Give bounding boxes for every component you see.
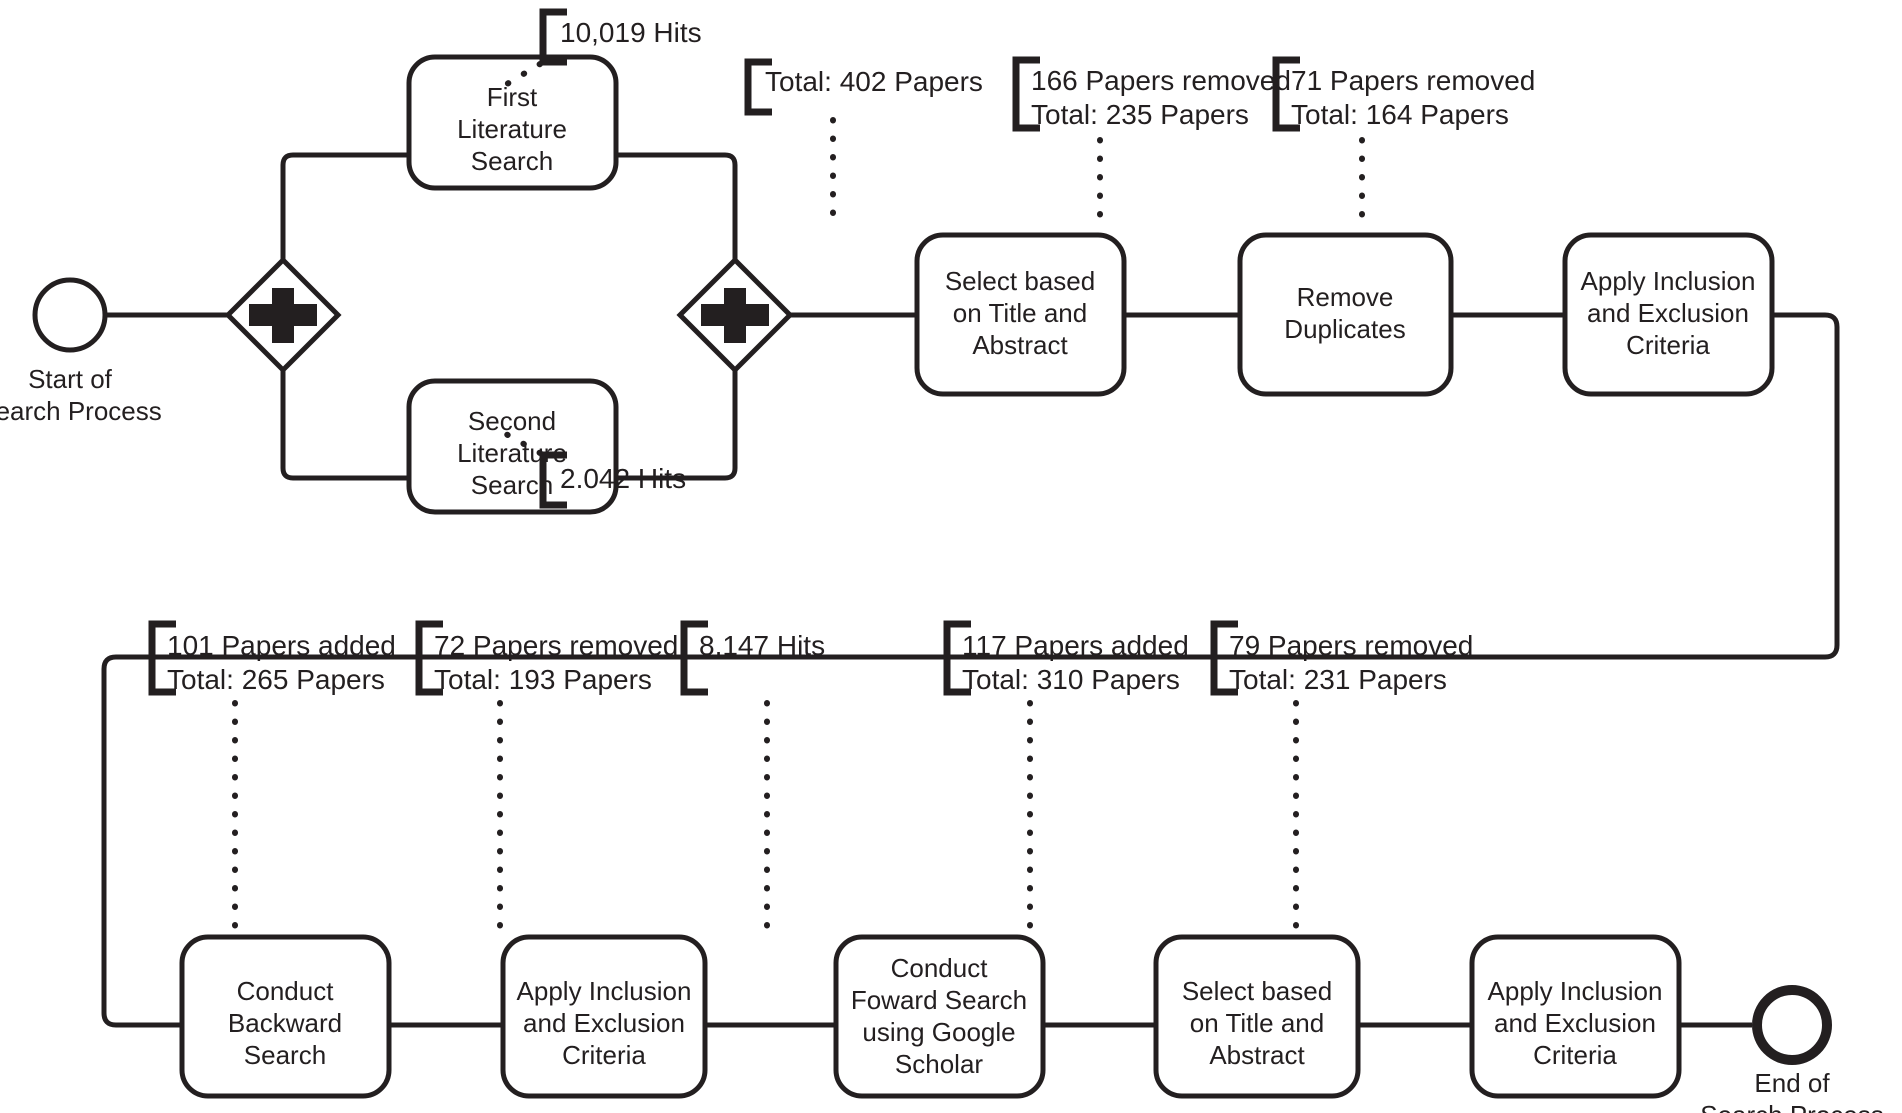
- task-apply-criteria-2[interactable]: Apply Inclusion and Exclusion Criteria: [500, 934, 708, 1099]
- bpmn-diagram-canvas: Start of Search Process First Literature…: [0, 0, 1902, 1113]
- ann-removed-166-text-2: Total: 235 Papers: [1031, 99, 1249, 130]
- task-remove-duplicates[interactable]: Remove Duplicates: [1237, 232, 1454, 397]
- task-select-title-abstract-1-label-3: Abstract: [972, 330, 1068, 360]
- task-second-literature-search-label-1: Second: [468, 406, 556, 436]
- task-remove-duplicates-label-2: Duplicates: [1284, 314, 1405, 344]
- task-select-title-abstract-1-label-2: on Title and: [953, 298, 1087, 328]
- end-event-label-line1: End of: [1754, 1068, 1830, 1098]
- parallel-gateway-split[interactable]: [224, 256, 342, 374]
- task-conduct-backward-search-label-1: Conduct: [237, 976, 335, 1006]
- ann-removed-71: 71 Papers removed Total: 164 Papers: [1272, 56, 1535, 231]
- task-first-literature-search[interactable]: First Literature Search: [406, 54, 619, 191]
- task-apply-criteria-3-label-2: and Exclusion: [1494, 1008, 1656, 1038]
- ann-added-101-text-2: Total: 265 Papers: [167, 664, 385, 695]
- task-apply-criteria-3[interactable]: Apply Inclusion and Exclusion Criteria: [1469, 934, 1682, 1099]
- task-apply-criteria-1-label-2: and Exclusion: [1587, 298, 1749, 328]
- task-conduct-forward-search[interactable]: Conduct Foward Search using Google Schol…: [833, 934, 1046, 1099]
- ann-added-117: 117 Papers added Total: 310 Papers: [943, 620, 1189, 933]
- task-conduct-backward-search-label-3: Search: [244, 1040, 326, 1070]
- start-event-label-line1: Start of: [28, 364, 113, 394]
- task-conduct-forward-search-label-4: Scholar: [895, 1049, 983, 1079]
- ann-total-402: Total: 402 Papers: [744, 58, 983, 231]
- ann-first-search-hits-text-1: 10,019 Hits: [560, 17, 702, 48]
- ann-added-117-text-1: 117 Papers added: [962, 630, 1189, 661]
- task-apply-criteria-1[interactable]: Apply Inclusion and Exclusion Criteria: [1562, 232, 1775, 397]
- task-apply-criteria-1-label-1: Apply Inclusion: [1581, 266, 1756, 296]
- ann-removed-166: 166 Papers removed Total: 235 Papers: [1012, 56, 1291, 231]
- ann-removed-71-text-1: 71 Papers removed: [1291, 65, 1535, 96]
- task-first-literature-search-label-2: Literature: [457, 114, 567, 144]
- task-apply-criteria-3-label-3: Criteria: [1533, 1040, 1617, 1070]
- task-conduct-forward-search-label-2: Foward Search: [851, 985, 1027, 1015]
- end-event-label-line2: Search Process: [1700, 1100, 1884, 1113]
- ann-removed-166-text-1: 166 Papers removed: [1031, 65, 1291, 96]
- ann-added-117-text-2: Total: 310 Papers: [962, 664, 1180, 695]
- task-select-title-abstract-2-label-1: Select based: [1182, 976, 1332, 1006]
- ann-removed-71-text-2: Total: 164 Papers: [1291, 99, 1509, 130]
- task-apply-criteria-3-label-1: Apply Inclusion: [1488, 976, 1663, 1006]
- ann-second-search-hits-text-1: 2.042 Hits: [560, 463, 686, 494]
- task-remove-duplicates-label-1: Remove: [1297, 282, 1394, 312]
- ann-removed-72-text-2: Total: 193 Papers: [434, 664, 652, 695]
- ann-total-402-text-1: Total: 402 Papers: [765, 66, 983, 97]
- start-event-circle[interactable]: [32, 277, 108, 353]
- process-flow-svg: Start of Search Process First Literature…: [0, 0, 1902, 1113]
- task-first-literature-search-label-1: First: [487, 82, 538, 112]
- task-conduct-backward-search[interactable]: Conduct Backward Search: [179, 934, 392, 1099]
- ann-removed-79: 79 Papers removed Total: 231 Papers: [1210, 620, 1473, 933]
- task-select-title-abstract-2-label-2: on Title and: [1190, 1008, 1324, 1038]
- start-event[interactable]: Start of Search Process: [0, 277, 162, 426]
- ann-removed-79-text-1: 79 Papers removed: [1229, 630, 1473, 661]
- parallel-gateway-join[interactable]: [676, 256, 794, 374]
- ann-forward-hits-text-1: 8,147 Hits: [699, 630, 825, 661]
- ann-removed-79-text-2: Total: 231 Papers: [1229, 664, 1447, 695]
- ann-added-101: 101 Papers added Total: 265 Papers: [148, 620, 396, 933]
- task-apply-criteria-2-label-3: Criteria: [562, 1040, 646, 1070]
- start-event-label-line2: Search Process: [0, 396, 162, 426]
- task-select-title-abstract-1[interactable]: Select based on Title and Abstract: [914, 232, 1127, 397]
- task-select-title-abstract-1-label-1: Select based: [945, 266, 1095, 296]
- task-apply-criteria-2-label-1: Apply Inclusion: [517, 976, 692, 1006]
- task-conduct-forward-search-label-1: Conduct: [891, 953, 989, 983]
- task-apply-criteria-1-label-3: Criteria: [1626, 330, 1710, 360]
- end-event[interactable]: End of Search Process: [1700, 985, 1884, 1113]
- ann-forward-hits: 8,147 Hits: [680, 620, 825, 933]
- end-event-circle[interactable]: [1752, 985, 1832, 1065]
- task-select-title-abstract-2[interactable]: Select based on Title and Abstract: [1153, 934, 1361, 1099]
- ann-added-101-text-1: 101 Papers added: [167, 630, 396, 661]
- task-conduct-forward-search-label-3: using Google: [862, 1017, 1015, 1047]
- ann-removed-72: 72 Papers removed Total: 193 Papers: [415, 620, 678, 933]
- task-apply-criteria-2-label-2: and Exclusion: [523, 1008, 685, 1038]
- task-first-literature-search-label-3: Search: [471, 146, 553, 176]
- task-conduct-backward-search-label-2: Backward: [228, 1008, 342, 1038]
- task-select-title-abstract-2-label-3: Abstract: [1209, 1040, 1305, 1070]
- ann-removed-72-text-1: 72 Papers removed: [434, 630, 678, 661]
